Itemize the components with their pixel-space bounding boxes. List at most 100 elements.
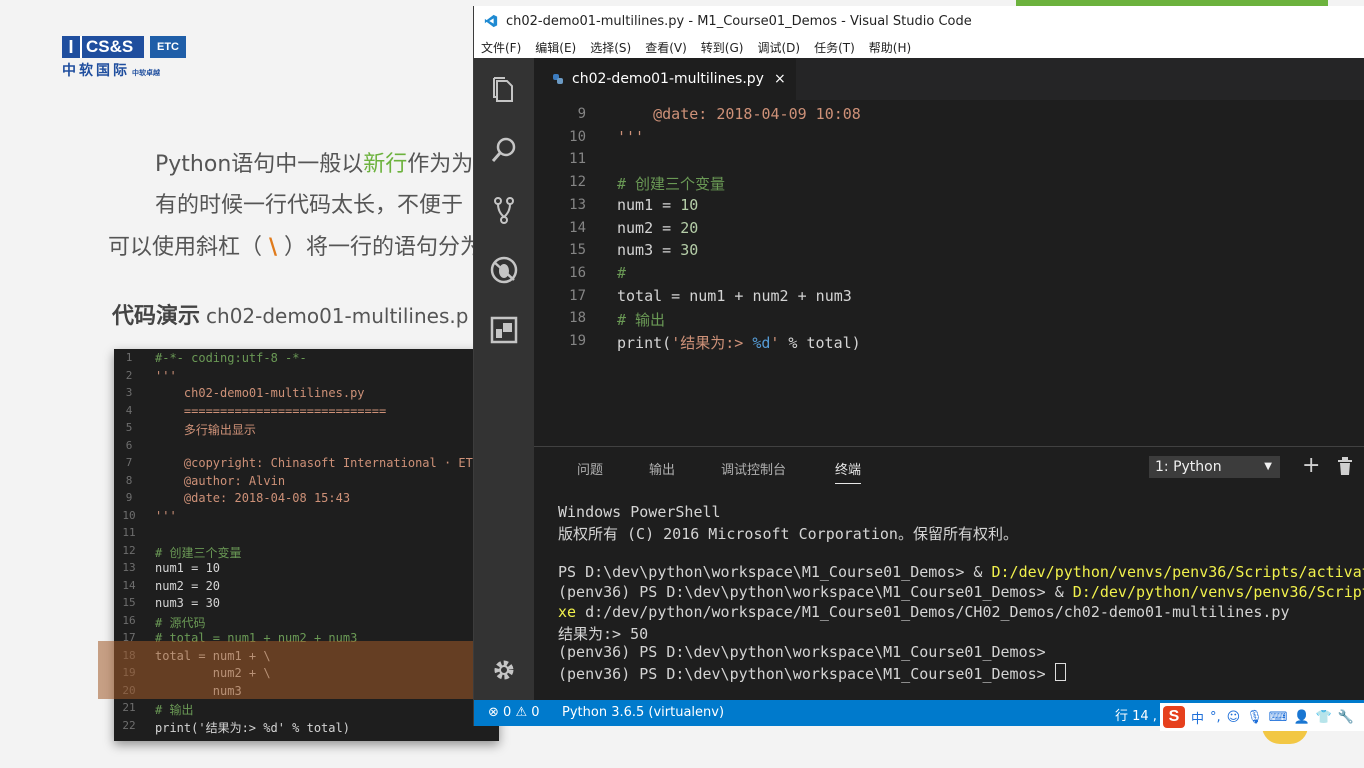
warning-count: 0 [531, 705, 540, 720]
source-control-icon[interactable] [488, 194, 520, 226]
code-token: 20 [680, 218, 699, 237]
code-token: ''' [617, 127, 645, 146]
menu-item[interactable]: 选择(S) [583, 39, 638, 56]
tab-active-file[interactable]: ch02-demo01-multilines.py × [534, 58, 796, 100]
slide-code-line-number: 14 [122, 578, 136, 592]
editor-code-line: num1 = 10 [617, 196, 698, 214]
menu-item[interactable]: 文件(F) [474, 39, 528, 56]
python-interpreter[interactable]: Python 3.6.5 (virtualenv) [562, 705, 724, 720]
terminal-select[interactable]: 1: Python ▼ [1149, 456, 1280, 478]
slide-code-line: # 源代码 [155, 615, 206, 630]
emoji-icon[interactable]: ☺ [1227, 710, 1241, 725]
slide-code-line: num3 = 30 [155, 596, 221, 610]
menu-item[interactable]: 编辑(E) [528, 39, 583, 56]
terminal-command: D:/dev/python/venvs/penv36/Script [1072, 583, 1364, 601]
panel-tab[interactable]: 终端 [835, 459, 862, 484]
menu-item[interactable]: 任务(T) [807, 39, 862, 56]
slide-code-line-number: 21 [122, 701, 136, 714]
skin-shirt-icon[interactable]: 👕 [1316, 710, 1332, 725]
slide-code-line: ''' [155, 368, 177, 383]
terminal-prompt: PS D:\dev\python\workspace\M1_Course01_D… [558, 563, 992, 581]
slide-code-line: @copyright: Chinasoft International · ET… [155, 456, 481, 470]
line3-tail: ）将一行的语句分为 [277, 235, 483, 260]
slide-code-line: #-*- coding:utf-8 -*- [155, 351, 307, 365]
vscode-window: ch02-demo01-multilines.py - M1_Course01_… [473, 6, 1364, 726]
slide-code-line-number: 1 [125, 351, 133, 364]
slide-code-line: num1 = 10 [155, 561, 221, 575]
slide-code-line-number: 15 [122, 596, 136, 609]
panel-tab[interactable]: 问题 [577, 459, 603, 478]
code-token: %d [752, 334, 771, 352]
slide-code-line-number: 7 [125, 456, 133, 469]
menu-item[interactable]: 帮助(H) [862, 39, 918, 56]
debug-icon[interactable] [488, 254, 520, 286]
keyboard-icon[interactable]: ⌨ [1269, 710, 1288, 725]
logo-etc: ETC [150, 36, 186, 58]
menu-bar: 文件(F) 编辑(E) 选择(S) 查看(V) 转到(G) 调试(D) 任务(T) 帮助(H) [474, 36, 1364, 58]
menu-item[interactable]: 转到(G) [694, 39, 751, 56]
menu-item[interactable]: 查看(V) [638, 39, 694, 56]
slide-code-line: ============================ [155, 403, 387, 418]
code-token: # 创建三个变量 [617, 175, 726, 194]
line1-tail: 作为为 [407, 152, 474, 177]
tools-wrench-icon[interactable]: 🔧 [1338, 710, 1354, 725]
code-token: num3 = [617, 241, 681, 260]
terminal-prompt: (penv36) PS D:\dev\python\workspace\M1_C… [558, 665, 1055, 683]
search-icon[interactable] [488, 134, 520, 166]
editor-line-number: 19 [569, 333, 586, 349]
problems-indicator[interactable]: ⊗ 0 ⚠ 0 [488, 705, 540, 720]
line3-backslash: \ [269, 235, 278, 260]
code-editor[interactable]: 9 @date: 2018-04-09 10:08 10 ''' 11 12 # 创建三个… [534, 100, 1364, 446]
terminal-input-line[interactable]: (penv36) PS D:\dev\python\workspace\M1_C… [558, 663, 1066, 683]
code-token: num2 = [617, 218, 681, 237]
tab-close-icon[interactable]: × [774, 71, 786, 87]
editor-line-number: 9 [577, 106, 586, 122]
slide-code-line-number: 4 [125, 403, 133, 417]
slide-code-line-number: 3 [125, 386, 133, 399]
slide-code-line-number: 16 [122, 613, 136, 627]
editor-line-number: 17 [569, 287, 586, 304]
warning-icon: ⚠ [515, 705, 528, 720]
logo-chinese-small: 中软卓越 [132, 69, 160, 77]
slide-code-line: @date: 2018-04-08 15:43 [155, 491, 351, 505]
slide-code-line: @author: Alvin [155, 473, 286, 488]
slide-code-line: num2 = 20 [155, 578, 221, 593]
ime-language[interactable]: 中 [1191, 708, 1204, 727]
activity-bar [474, 58, 534, 700]
slide-text-line-1: Python语句中一般以新行作为为 [155, 146, 473, 178]
sogou-logo-icon[interactable]: S [1163, 706, 1185, 728]
panel-tab[interactable]: 输出 [649, 459, 675, 478]
code-highlight-band [98, 641, 474, 699]
slide-code-line-number: 6 [125, 438, 133, 452]
code-token: 30 [680, 241, 699, 260]
microphone-icon[interactable]: 🎙 [1246, 710, 1263, 725]
terminal-line: (penv36) PS D:\dev\python\workspace\M1_C… [558, 583, 1364, 601]
editor-code-line: num2 = 20 [617, 219, 698, 237]
settings-gear-icon[interactable] [488, 654, 520, 686]
menu-item[interactable]: 调试(D) [750, 39, 807, 56]
editor-code-line: num3 = 30 [617, 241, 698, 259]
demo-filename: ch02-demo01-multilines.p [206, 304, 469, 328]
panel-tab[interactable]: 调试控制台 [721, 459, 786, 478]
new-terminal-button[interactable]: + [1302, 455, 1320, 477]
ime-punctuation[interactable]: °, [1210, 710, 1221, 725]
code-token: print( [617, 334, 672, 352]
extensions-icon[interactable] [488, 314, 520, 346]
window-title: ch02-demo01-multilines.py - M1_Course01_… [506, 13, 972, 29]
editor-line-number: 13 [569, 196, 586, 213]
slide-code-line-number: 13 [122, 561, 136, 574]
code-token: # [617, 263, 627, 282]
trash-icon[interactable] [1337, 457, 1353, 475]
slide-code-line: 多行输出显示 [155, 423, 256, 437]
slide-code-line-number: 11 [122, 526, 136, 539]
terminal-output: 结果为:> 50 [558, 625, 649, 643]
code-token: num1 = [617, 195, 681, 214]
user-icon[interactable]: 👤 [1294, 710, 1310, 725]
slide-code-line-number: 9 [125, 491, 133, 504]
editor-code-line: # 输出 [617, 309, 665, 330]
editor-line-number: 12 [569, 174, 586, 191]
terminal-line: Windows PowerShell [558, 503, 721, 521]
slide-code-line-number: 12 [122, 543, 136, 557]
cursor-position[interactable]: 行 14 , [1115, 705, 1157, 724]
explorer-icon[interactable] [488, 74, 520, 106]
